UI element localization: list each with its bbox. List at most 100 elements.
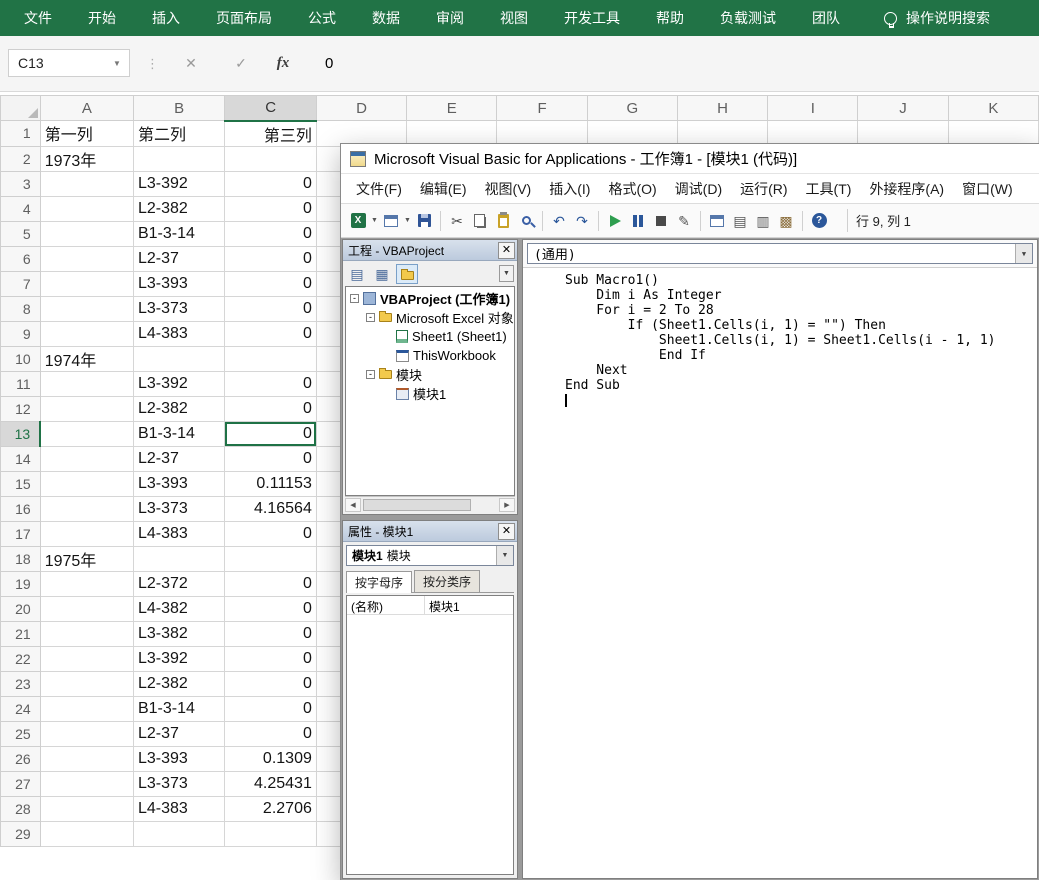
cell-B4[interactable]: L2-382	[133, 196, 224, 221]
tab-categorized[interactable]: 按分类序	[414, 570, 480, 592]
vba-title-bar[interactable]: Microsoft Visual Basic for Applications …	[341, 144, 1039, 174]
tell-me-search[interactable]: 操作说明搜索	[884, 8, 990, 28]
row-header-4[interactable]: 4	[1, 196, 41, 221]
cell-A12[interactable]	[40, 396, 133, 421]
cell-B25[interactable]: L2-37	[133, 721, 224, 746]
row-header-9[interactable]: 9	[1, 321, 41, 346]
cell-B18[interactable]	[133, 546, 224, 571]
cell-B12[interactable]: L2-382	[133, 396, 224, 421]
code-line-8[interactable]: End Sub	[565, 378, 1037, 393]
code-line-4[interactable]: If (Sheet1.Cells(i, 1) = "") Then	[565, 318, 1037, 333]
row-header-15[interactable]: 15	[1, 471, 41, 496]
toolbar-overflow-icon[interactable]: ▼	[499, 265, 514, 282]
undo-button[interactable]: ↶	[548, 210, 570, 232]
ribbon-tab-3[interactable]: 插入	[134, 0, 198, 36]
column-header-G[interactable]: G	[587, 96, 677, 121]
cell-C26[interactable]: 0.1309	[225, 746, 316, 771]
cell-A18[interactable]: 1975年	[40, 546, 133, 571]
cell-B3[interactable]: L3-392	[133, 171, 224, 196]
paste-button[interactable]	[492, 210, 514, 232]
column-header-C[interactable]: C	[225, 96, 316, 121]
cell-B1[interactable]: 第二列	[133, 121, 224, 147]
code-line-6[interactable]: End If	[565, 348, 1037, 363]
cell-B16[interactable]: L3-373	[133, 496, 224, 521]
ribbon-tab-2[interactable]: 开始	[70, 0, 134, 36]
chevron-down-icon[interactable]: ▼	[496, 546, 513, 565]
cell-C13[interactable]: 0	[225, 421, 316, 446]
row-header-2[interactable]: 2	[1, 146, 41, 171]
cell-A6[interactable]	[40, 246, 133, 271]
design-mode-button[interactable]: ✎	[673, 210, 695, 232]
cut-button[interactable]: ✂	[446, 210, 468, 232]
name-box[interactable]: C13 ▼	[8, 49, 130, 77]
cell-A29[interactable]	[40, 821, 133, 846]
ribbon-tab-10[interactable]: 帮助	[638, 0, 702, 36]
cell-A8[interactable]	[40, 296, 133, 321]
project-tree-item-5[interactable]: -模块	[346, 365, 514, 384]
vba-menu-item-5[interactable]: 格式(O)	[599, 179, 665, 199]
copy-button[interactable]	[469, 210, 491, 232]
cell-C19[interactable]: 0	[225, 571, 316, 596]
project-tree-item-2[interactable]: -Microsoft Excel 对象	[346, 308, 514, 327]
cell-A20[interactable]	[40, 596, 133, 621]
cell-C24[interactable]: 0	[225, 696, 316, 721]
cell-B26[interactable]: L3-393	[133, 746, 224, 771]
row-header-25[interactable]: 25	[1, 721, 41, 746]
cell-C5[interactable]: 0	[225, 221, 316, 246]
ribbon-tab-11[interactable]: 负载测试	[702, 0, 794, 36]
ribbon-tab-7[interactable]: 审阅	[418, 0, 482, 36]
vba-menu-item-7[interactable]: 运行(R)	[731, 179, 796, 199]
vba-menu-item-2[interactable]: 编辑(E)	[411, 179, 476, 199]
code-editor[interactable]: Sub Macro1() Dim i As Integer For i = 2 …	[523, 268, 1037, 878]
column-header-A[interactable]: A	[40, 96, 133, 121]
run-button[interactable]	[604, 210, 626, 232]
row-header-8[interactable]: 8	[1, 296, 41, 321]
vba-menu-item-6[interactable]: 调试(D)	[666, 179, 731, 199]
toggle-folders-button[interactable]	[396, 264, 418, 284]
row-header-20[interactable]: 20	[1, 596, 41, 621]
cell-C21[interactable]: 0	[225, 621, 316, 646]
cell-A7[interactable]	[40, 271, 133, 296]
cell-C2[interactable]	[225, 146, 316, 171]
insert-userform-button[interactable]	[380, 210, 402, 232]
row-header-24[interactable]: 24	[1, 696, 41, 721]
row-header-21[interactable]: 21	[1, 621, 41, 646]
cell-C6[interactable]: 0	[225, 246, 316, 271]
property-value[interactable]: 模块1	[425, 596, 513, 614]
cell-C22[interactable]: 0	[225, 646, 316, 671]
formula-bar-input[interactable]: 0	[318, 49, 1031, 77]
row-header-17[interactable]: 17	[1, 521, 41, 546]
ribbon-tab-5[interactable]: 公式	[290, 0, 354, 36]
project-tree-item-6[interactable]: 模块1	[346, 384, 514, 403]
cell-B29[interactable]	[133, 821, 224, 846]
object-selector-dropdown[interactable]: 模块1 模块 ▼	[346, 545, 514, 566]
cell-A17[interactable]	[40, 521, 133, 546]
object-browser-button[interactable]: ▥	[752, 210, 774, 232]
properties-panel-header[interactable]: 属性 - 模块1 ✕	[343, 521, 517, 542]
tree-expander-icon[interactable]: -	[366, 313, 375, 322]
view-code-button[interactable]: ▤	[346, 264, 368, 284]
cell-B9[interactable]: L4-383	[133, 321, 224, 346]
cell-B2[interactable]	[133, 146, 224, 171]
cell-A24[interactable]	[40, 696, 133, 721]
project-tree-item-3[interactable]: Sheet1 (Sheet1)	[346, 327, 514, 346]
cell-C10[interactable]	[225, 346, 316, 371]
cell-C14[interactable]: 0	[225, 446, 316, 471]
row-header-3[interactable]: 3	[1, 171, 41, 196]
vba-menu-item-3[interactable]: 视图(V)	[476, 179, 541, 199]
row-header-27[interactable]: 27	[1, 771, 41, 796]
cell-C28[interactable]: 2.2706	[225, 796, 316, 821]
cell-C3[interactable]: 0	[225, 171, 316, 196]
cell-C8[interactable]: 0	[225, 296, 316, 321]
cell-A22[interactable]	[40, 646, 133, 671]
project-panel-header[interactable]: 工程 - VBAProject ✕	[343, 240, 517, 261]
cell-A10[interactable]: 1974年	[40, 346, 133, 371]
column-header-F[interactable]: F	[497, 96, 587, 121]
cell-A21[interactable]	[40, 621, 133, 646]
vba-menu-item-9[interactable]: 外接程序(A)	[860, 179, 953, 199]
cell-A14[interactable]	[40, 446, 133, 471]
name-box-caret-icon[interactable]: ▼	[105, 59, 129, 68]
code-line-7[interactable]: Next	[565, 363, 1037, 378]
row-header-14[interactable]: 14	[1, 446, 41, 471]
scrollbar-thumb[interactable]	[363, 499, 471, 511]
